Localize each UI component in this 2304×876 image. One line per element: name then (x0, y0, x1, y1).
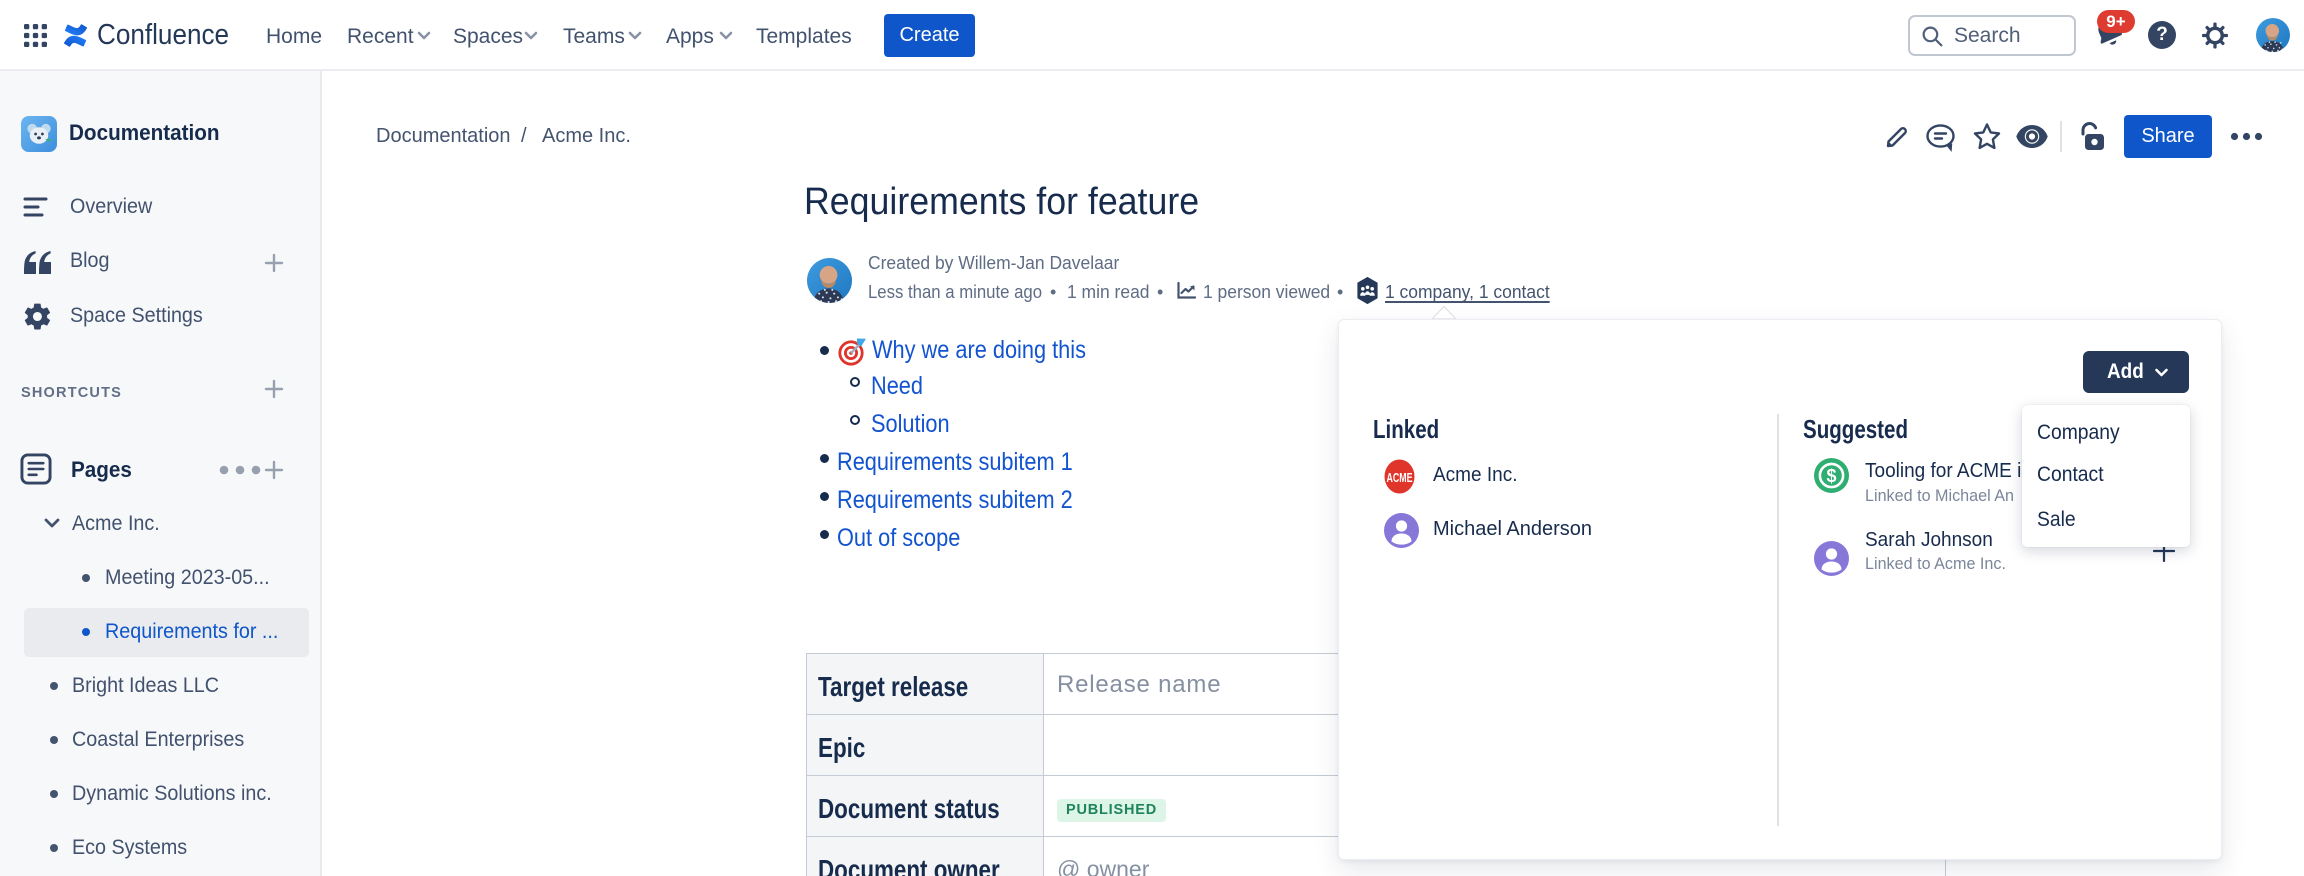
svg-text:$: $ (1826, 466, 1836, 486)
svg-text:ACME: ACME (1387, 470, 1413, 485)
